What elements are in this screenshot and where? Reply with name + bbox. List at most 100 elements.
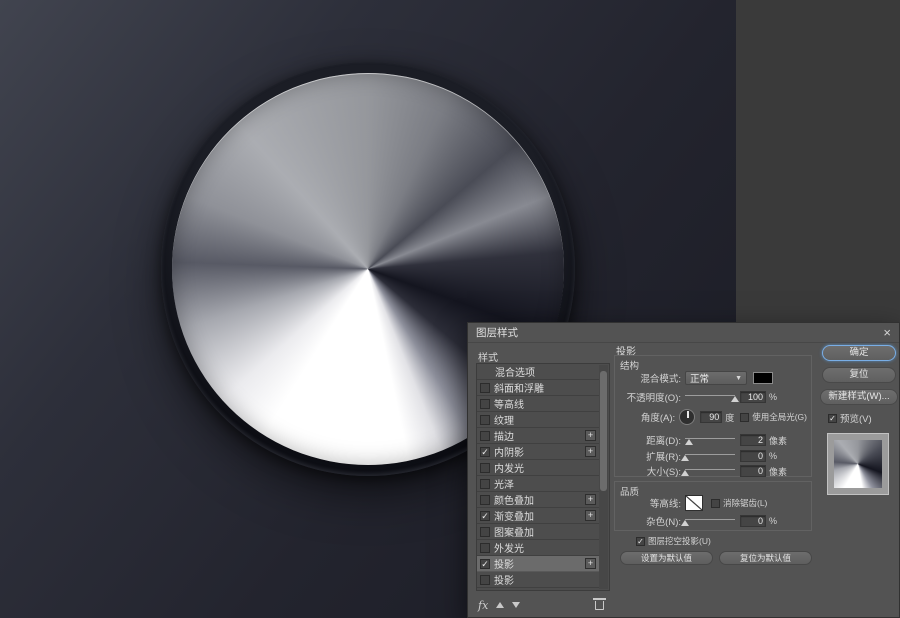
- style-item-checkbox[interactable]: [480, 495, 490, 505]
- distance-value[interactable]: 2: [740, 434, 766, 446]
- noise-row: 杂色(N): 0 %: [619, 514, 807, 528]
- style-item-label: 斜面和浮雕: [494, 380, 544, 395]
- effect-up-button[interactable]: [496, 602, 504, 608]
- style-item-checkbox[interactable]: [480, 559, 490, 569]
- angle-value[interactable]: 90: [700, 411, 722, 423]
- add-effect-icon[interactable]: +: [585, 430, 596, 441]
- style-item-2[interactable]: 等高线: [477, 396, 599, 412]
- slider-thumb[interactable]: [681, 520, 689, 526]
- style-item-label: 投影: [494, 572, 514, 587]
- spread-row: 扩展(R): 0 %: [619, 449, 807, 463]
- add-effect-icon[interactable]: +: [585, 558, 596, 569]
- blend-mode-row: 混合模式: 正常 ▼: [619, 371, 807, 385]
- style-item-10[interactable]: 图案叠加: [477, 524, 599, 540]
- spread-value[interactable]: 0: [740, 450, 766, 462]
- shadow-color-swatch[interactable]: [753, 372, 773, 384]
- preview-label: 预览(V): [840, 411, 872, 425]
- style-item-label: 投影: [494, 556, 514, 571]
- angle-needle: [687, 411, 689, 418]
- distance-unit: 像素: [769, 434, 787, 447]
- style-item-3[interactable]: 纹理: [477, 412, 599, 428]
- style-item-label: 渐变叠加: [494, 508, 534, 523]
- new-style-button[interactable]: 新建样式(W)...: [820, 389, 898, 405]
- slider-thumb[interactable]: [681, 455, 689, 461]
- chevron-down-icon: ▼: [735, 375, 742, 382]
- style-item-11[interactable]: 外发光: [477, 540, 599, 556]
- noise-value[interactable]: 0: [740, 515, 766, 527]
- style-item-label: 颜色叠加: [494, 492, 534, 507]
- style-item-checkbox[interactable]: [480, 447, 490, 457]
- angle-row: 角度(A): 90 度 使用全局光(G): [619, 409, 807, 425]
- style-item-checkbox[interactable]: [480, 463, 490, 473]
- use-global-light-label: 使用全局光(G): [752, 411, 807, 423]
- use-global-light-checkbox[interactable]: [740, 413, 749, 422]
- effect-down-button[interactable]: [512, 602, 520, 608]
- style-item-label: 外发光: [494, 540, 524, 555]
- preview-checkbox[interactable]: [828, 414, 837, 423]
- add-effect-icon[interactable]: +: [585, 510, 596, 521]
- slider-thumb[interactable]: [685, 439, 693, 445]
- style-item-checkbox[interactable]: [480, 543, 490, 553]
- style-item-1[interactable]: 斜面和浮雕: [477, 380, 599, 396]
- add-effect-icon[interactable]: +: [585, 494, 596, 505]
- opacity-label: 不透明度(O):: [619, 390, 681, 404]
- opacity-unit: %: [769, 392, 777, 402]
- styles-panel-title: 样式: [478, 349, 498, 364]
- contour-picker[interactable]: [685, 495, 703, 511]
- preview-row: 预览(V): [828, 411, 898, 425]
- style-item-checkbox[interactable]: [480, 511, 490, 521]
- reset-button[interactable]: 复位: [822, 367, 896, 383]
- style-item-checkbox[interactable]: [480, 415, 490, 425]
- spread-slider[interactable]: [685, 451, 735, 461]
- angle-label: 角度(A):: [619, 410, 675, 424]
- antialias-label: 消除锯齿(L): [723, 497, 767, 509]
- style-item-5[interactable]: 内阴影 +: [477, 444, 599, 460]
- style-item-label: 内阴影: [494, 444, 524, 459]
- style-item-6[interactable]: 内发光: [477, 460, 599, 476]
- style-item-8[interactable]: 颜色叠加 +: [477, 492, 599, 508]
- style-item-checkbox[interactable]: [480, 431, 490, 441]
- delete-effect-button[interactable]: [595, 601, 604, 610]
- style-item-4[interactable]: 描边+: [477, 428, 599, 444]
- layer-knockout-checkbox[interactable]: [636, 537, 645, 546]
- opacity-slider[interactable]: [685, 392, 735, 402]
- size-value[interactable]: 0: [740, 465, 766, 477]
- style-item-7[interactable]: 光泽: [477, 476, 599, 492]
- effects-toolbar: fx: [478, 597, 608, 613]
- reset-default-button[interactable]: 复位为默认值: [719, 551, 812, 565]
- contour-row: 等高线: 消除锯齿(L): [619, 495, 807, 511]
- style-item-13[interactable]: 投影: [477, 572, 599, 588]
- action-column: 确定 复位 新建样式(W)... 预览(V): [820, 345, 898, 495]
- blend-mode-label: 混合模式:: [619, 371, 681, 385]
- antialias-checkbox[interactable]: [711, 499, 720, 508]
- ok-button[interactable]: 确定: [822, 345, 896, 361]
- blend-mode-select[interactable]: 正常 ▼: [685, 371, 747, 385]
- styles-list-scrollbar[interactable]: [599, 365, 608, 589]
- style-item-checkbox[interactable]: [480, 527, 490, 537]
- distance-label: 距离(D):: [619, 433, 681, 447]
- slider-thumb[interactable]: [681, 470, 689, 476]
- style-item-12[interactable]: 投影 +: [477, 556, 599, 572]
- dialog-titlebar: 图层样式 ×: [468, 323, 899, 343]
- angle-dial[interactable]: [679, 409, 695, 425]
- add-effect-icon[interactable]: +: [585, 446, 596, 457]
- slider-thumb[interactable]: [731, 396, 739, 402]
- opacity-value[interactable]: 100: [740, 391, 766, 403]
- style-item-checkbox[interactable]: [480, 383, 490, 393]
- style-item-label: 混合选项: [495, 364, 535, 379]
- style-item-9[interactable]: 渐变叠加 +: [477, 508, 599, 524]
- size-slider[interactable]: [685, 466, 735, 476]
- fx-icon: fx: [478, 599, 488, 612]
- style-item-checkbox[interactable]: [480, 479, 490, 489]
- noise-slider[interactable]: [685, 516, 735, 526]
- style-item-0[interactable]: 混合选项: [477, 364, 599, 380]
- style-item-checkbox[interactable]: [480, 399, 490, 409]
- style-item-label: 内发光: [494, 460, 524, 475]
- set-default-button[interactable]: 设置为默认值: [620, 551, 713, 565]
- distance-slider[interactable]: [685, 435, 735, 445]
- scrollbar-thumb[interactable]: [600, 371, 607, 491]
- style-item-checkbox[interactable]: [480, 575, 490, 585]
- close-icon[interactable]: ×: [883, 326, 891, 339]
- style-item-label: 纹理: [494, 412, 514, 427]
- layer-style-dialog: 图层样式 × 样式 混合选项斜面和浮雕等高线纹理描边+内阴影 + 内发光光泽颜色叠加…: [467, 322, 900, 618]
